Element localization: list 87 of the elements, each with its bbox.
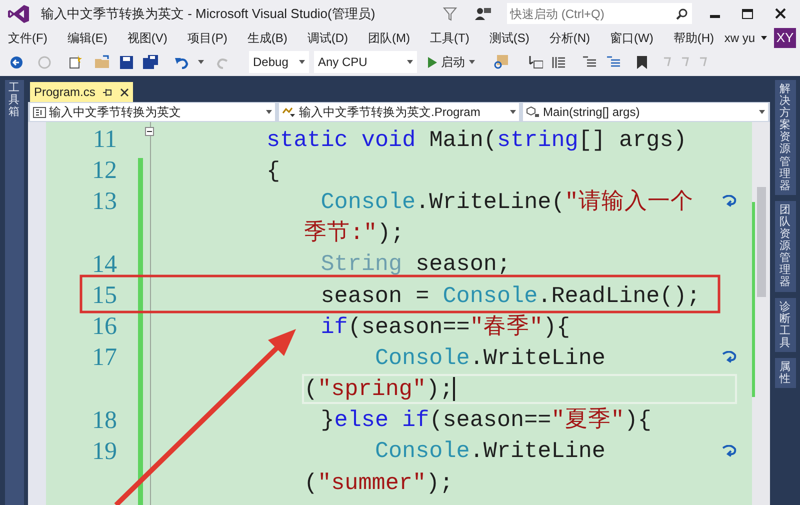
caret-icon — [759, 110, 765, 114]
toolbox-tab[interactable]: 工具箱 — [4, 80, 24, 505]
navigation-dropdown[interactable]: 输入中文季节转换为英文 — [30, 103, 275, 121]
filter-icon[interactable] — [443, 6, 457, 20]
menu-item[interactable]: 文件(F) — [8, 28, 48, 46]
line-number: 15 — [92, 282, 117, 309]
outdent-icon[interactable] — [583, 56, 596, 68]
navigation-dropdown[interactable]: Main(string[] args) — [523, 103, 768, 121]
bookmark-icon[interactable] — [637, 56, 647, 68]
collapse-icon[interactable] — [145, 127, 154, 136]
pin-icon[interactable] — [103, 88, 112, 96]
start-button[interactable]: 启动 — [426, 51, 477, 73]
code-line: String season; — [320, 251, 511, 278]
caret-icon — [407, 60, 413, 64]
account-avatar[interactable]: XY — [774, 28, 796, 48]
window-title: 输入中文季节转换为英文 - Microsoft Visual Studio(管理员) — [41, 4, 376, 23]
caret-icon — [299, 60, 305, 64]
vertical-scrollbar[interactable] — [752, 122, 770, 505]
platform-dropdown[interactable]: Any CPU — [314, 51, 417, 73]
app-logo-icon — [8, 4, 30, 24]
code-line: season = Console.ReadLine(); — [320, 282, 700, 309]
word-wrap-icon — [722, 195, 738, 208]
menu-item[interactable]: 编辑(E) — [67, 28, 108, 46]
code-line: ("spring"); — [304, 376, 735, 402]
quick-launch-field[interactable]: 快速启动 (Ctrl+Q) — [507, 3, 692, 24]
menu-item[interactable]: 团队(M) — [368, 28, 410, 46]
code-line: Console.WriteLine("请输入一个 — [320, 188, 694, 215]
menu-item[interactable]: 调试(D) — [307, 28, 348, 46]
caret-icon[interactable] — [761, 36, 767, 40]
menu-item[interactable]: 工具(T) — [430, 28, 470, 46]
scrollbar-thumb[interactable] — [757, 187, 766, 297]
save-icon[interactable] — [120, 56, 133, 68]
menu-item[interactable]: 视图(V) — [127, 28, 168, 46]
menu-item[interactable]: 帮助(H) — [673, 28, 714, 46]
new-project-icon[interactable] — [68, 55, 82, 69]
caret-icon[interactable] — [198, 60, 204, 64]
side-panel-tab[interactable]: 属性 — [774, 358, 796, 388]
open-folder-icon[interactable] — [95, 55, 110, 69]
method-icon — [526, 106, 540, 118]
line-number: 14 — [92, 250, 117, 278]
text-cursor — [453, 377, 455, 402]
menu-item[interactable]: 测试(S) — [489, 28, 530, 46]
class-icon — [282, 106, 296, 118]
back-icon[interactable] — [10, 56, 23, 68]
code-line: 季节:"); — [304, 220, 404, 246]
word-wrap-icon — [722, 351, 738, 364]
undo-icon[interactable] — [175, 56, 189, 68]
code-line: Console.WriteLine — [374, 344, 606, 371]
configuration-dropdown[interactable]: Debug — [249, 51, 309, 73]
feedback-icon[interactable] — [475, 6, 491, 20]
line-number: 19 — [92, 438, 117, 465]
side-panel-tab[interactable]: 诊断工具 — [774, 298, 796, 352]
side-panel-tab[interactable]: 团队资源管理器 — [774, 200, 796, 292]
user-name[interactable]: xw yu — [724, 28, 755, 46]
close-icon[interactable] — [120, 88, 130, 96]
code-line: }else if(season=="夏季"){ — [320, 407, 652, 434]
code-line: { — [266, 158, 280, 184]
line-number: 13 — [92, 188, 117, 216]
close-icon[interactable] — [775, 8, 786, 19]
menu-item[interactable]: 生成(B) — [247, 28, 288, 46]
indent-icon[interactable] — [607, 56, 620, 68]
columns-icon[interactable] — [552, 56, 566, 68]
menu-item[interactable]: 分析(N) — [549, 28, 590, 46]
navigation-dropdown[interactable]: 输入中文季节转换为英文.Program — [279, 103, 519, 121]
caret-icon — [469, 60, 475, 64]
code-line: ("summer"); — [304, 470, 454, 496]
project-icon — [33, 106, 46, 118]
line-number: 18 — [92, 406, 117, 434]
document-tab[interactable]: Program.cs — [30, 82, 134, 102]
code-line: Console.WriteLine — [374, 438, 606, 464]
side-panel-tab[interactable]: 解决方案资源管理器 — [774, 80, 796, 195]
line-number: 12 — [92, 157, 117, 184]
code-line: if(season=="春季"){ — [320, 314, 570, 340]
line-number: 16 — [92, 312, 117, 340]
play-icon — [428, 56, 437, 68]
line-number: 11 — [92, 126, 117, 153]
menu-item[interactable]: 项目(P) — [187, 28, 228, 46]
caret-icon — [510, 110, 516, 114]
step-icon[interactable] — [529, 56, 543, 68]
code-line: static void Main(string[] args) — [266, 126, 687, 153]
save-all-icon[interactable] — [143, 55, 158, 69]
maximize-icon[interactable] — [742, 8, 753, 18]
word-wrap-icon — [722, 444, 738, 457]
find-in-files-icon[interactable] — [494, 55, 508, 69]
menu-item[interactable]: 窗口(W) — [610, 28, 654, 46]
caret-icon — [266, 110, 272, 114]
line-number: 17 — [92, 344, 117, 372]
